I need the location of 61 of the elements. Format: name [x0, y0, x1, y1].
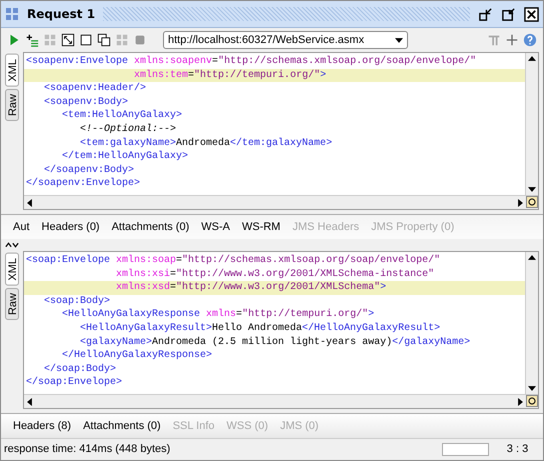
undock-icon[interactable]: [501, 6, 516, 22]
horizontal-scrollbar[interactable]: [24, 395, 526, 408]
square-icon[interactable]: [79, 33, 93, 47]
code-line: <tem:galaxyName>Andromeda</tem:galaxyName>: [79, 136, 334, 150]
caret-icon: [395, 38, 403, 42]
code-line: <soap:Envelope xmlns:soap="http://schemas.xmlsoap.org/soap/envelope/": [25, 254, 442, 268]
scroll-right-icon[interactable]: [518, 398, 523, 406]
code-line: <soap:Body>: [43, 294, 112, 308]
editor-tab[interactable]: Attachments (0): [83, 420, 161, 432]
editor-tab[interactable]: Headers (8): [13, 420, 72, 432]
code-line: <HelloAnyGalaxyResult>Hello Andromeda</HelloAnyGalaxyResult>: [79, 322, 442, 336]
code-line: <galaxyName>Andromeda (2.5 million light-years away)</galaxyName>: [79, 336, 472, 350]
code-line: </soap:Body>: [43, 362, 118, 376]
editor-tab[interactable]: Aut: [13, 221, 30, 233]
editor-tab[interactable]: WS-RM: [242, 221, 280, 233]
help-icon[interactable]: [523, 33, 537, 47]
code-editor[interactable]: [24, 252, 538, 394]
url-dropdown[interactable]: http://localhost:60327/WebService.asmx: [163, 31, 408, 49]
find-icon[interactable]: [526, 395, 538, 407]
scroll-left-icon[interactable]: [27, 398, 32, 406]
scroll-down-icon[interactable]: [528, 386, 536, 391]
code-line: </tem:HelloAnyGalaxy>: [61, 150, 190, 164]
code-line: </soapenv:Body>: [43, 164, 136, 178]
status-field: [442, 442, 489, 456]
code-line: xmlns:xsi="http://www.w3.org/2001/XMLSchema-instance": [115, 268, 436, 282]
cursor-position: 3 : 3: [506, 443, 530, 455]
code-line: <soapenv:Envelope xmlns:soapenv="http://schemas.xmlsoap.org/soap/envelope/": [25, 55, 478, 69]
expand-icon[interactable]: [61, 33, 75, 47]
code-line: </HelloAnyGalaxyResponse>: [61, 349, 214, 363]
add-step-icon[interactable]: [25, 33, 39, 47]
view-tab[interactable]: XML: [5, 54, 19, 87]
status-message: response time: 414ms (448 bytes): [4, 443, 170, 455]
dock-icon[interactable]: [478, 6, 493, 22]
editor-tab[interactable]: WS-A: [201, 221, 230, 233]
code-line: </soapenv:Envelope>: [25, 177, 142, 191]
code-editor[interactable]: [24, 53, 538, 195]
vertical-scrollbar[interactable]: [525, 252, 538, 394]
find-icon[interactable]: [526, 196, 538, 208]
scroll-down-icon[interactable]: [528, 187, 536, 192]
code-line: <tem:HelloAnyGalaxy>: [61, 109, 184, 123]
code-line: <HelloAnyGalaxyResponse xmlns="http://tempuri.org/">: [61, 308, 376, 322]
code-line: <soapenv:Header/>: [43, 82, 148, 96]
close-icon[interactable]: [524, 6, 539, 22]
view-tab[interactable]: Raw: [5, 88, 19, 121]
vertical-scrollbar[interactable]: [525, 53, 538, 195]
copy-icon[interactable]: [97, 33, 111, 47]
scroll-left-icon[interactable]: [27, 198, 32, 206]
view-tab[interactable]: XML: [5, 253, 19, 286]
plus-icon[interactable]: [505, 33, 519, 47]
editor-tab[interactable]: Headers (0): [42, 221, 100, 233]
code-line: </soap:Envelope>: [25, 376, 124, 390]
editor-tab[interactable]: Attachments (0): [112, 221, 190, 233]
horizontal-scrollbar[interactable]: [24, 196, 526, 209]
code-line: <soapenv:Body>: [43, 96, 130, 110]
code-line: <!--Optional:-->: [79, 122, 178, 137]
window-title: Request 1: [27, 7, 96, 21]
view-tab[interactable]: Raw: [5, 288, 19, 320]
collapse-arrows-icon[interactable]: [5, 242, 19, 248]
scroll-right-icon[interactable]: [518, 198, 523, 206]
scroll-up-icon[interactable]: [528, 56, 536, 61]
scroll-up-icon[interactable]: [528, 255, 536, 260]
